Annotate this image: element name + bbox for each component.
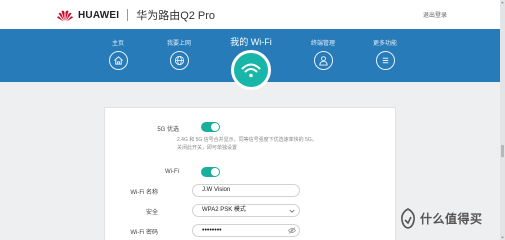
product-name: 华为路由Q2 Pro (136, 10, 216, 22)
ssid-label: Wi-Fi 名称 (130, 190, 158, 196)
ssid-input[interactable]: J.W Vision (192, 184, 300, 197)
logout-link[interactable]: 退出登录 (423, 10, 447, 19)
band-merge-toggle[interactable] (201, 122, 220, 132)
security-select[interactable]: WPA2 PSK 模式 (192, 204, 300, 217)
brand-divider (127, 9, 129, 21)
wifi-icon (241, 63, 261, 78)
page-scrollbar[interactable] (500, 0, 505, 240)
security-value: WPA2 PSK 模式 (202, 207, 246, 213)
brand-name: HUAWEI (78, 9, 120, 21)
scroll-down-icon[interactable] (500, 235, 505, 240)
watermark: 什么值得买 (399, 208, 483, 229)
nav-item-home[interactable]: 主页 (93, 40, 143, 70)
nav-item-more[interactable]: 更多功能 (360, 40, 410, 70)
nav-item-label: 更多功能 (372, 41, 397, 47)
eye-icon[interactable] (288, 227, 296, 234)
nav-item-label: 终端管理 (310, 41, 335, 47)
chevron-down-icon (289, 209, 295, 213)
user-icon (313, 51, 333, 70)
password-input[interactable]: •••••••• (192, 224, 300, 237)
top-bar: HUAWEI 华为路由Q2 Pro 退出登录 (0, 0, 505, 29)
nav-item-devices[interactable]: 终端管理 (298, 40, 348, 70)
scrollbar-thumb[interactable] (501, 145, 504, 157)
wifi-settings-panel: 5G 优选 2.4G 和 5G 信号合并显示，同等信号强度下优选速率快的 5G。… (104, 107, 396, 240)
password-label: Wi-Fi 密码 (130, 230, 158, 236)
globe-icon (169, 51, 189, 70)
smzdm-logo-icon (401, 208, 415, 229)
nav-item-label: 我要上网 (166, 41, 191, 47)
nav-item-internet[interactable]: 我要上网 (154, 40, 204, 70)
security-label: 安全 (145, 210, 158, 216)
wifi-label: Wi-Fi (165, 169, 179, 175)
band-merge-description: 2.4G 和 5G 信号合并显示，同等信号强度下优选速率快的 5G。关闭此开关，… (177, 137, 317, 151)
active-page-title: 我的 Wi-Fi (230, 37, 272, 47)
menu-icon (375, 51, 395, 70)
brand: HUAWEI 华为路由Q2 Pro (57, 8, 215, 22)
wifi-toggle[interactable] (201, 167, 220, 177)
huawei-logo-icon (57, 10, 73, 21)
nav-item-label: 主页 (111, 41, 124, 47)
home-icon (108, 51, 128, 70)
scroll-up-icon[interactable] (500, 0, 505, 5)
watermark-text: 什么值得买 (420, 212, 483, 226)
band-merge-label: 5G 优选 (157, 127, 179, 133)
password-value: •••••••• (202, 227, 222, 234)
nav-item-my-wifi[interactable] (231, 50, 271, 90)
